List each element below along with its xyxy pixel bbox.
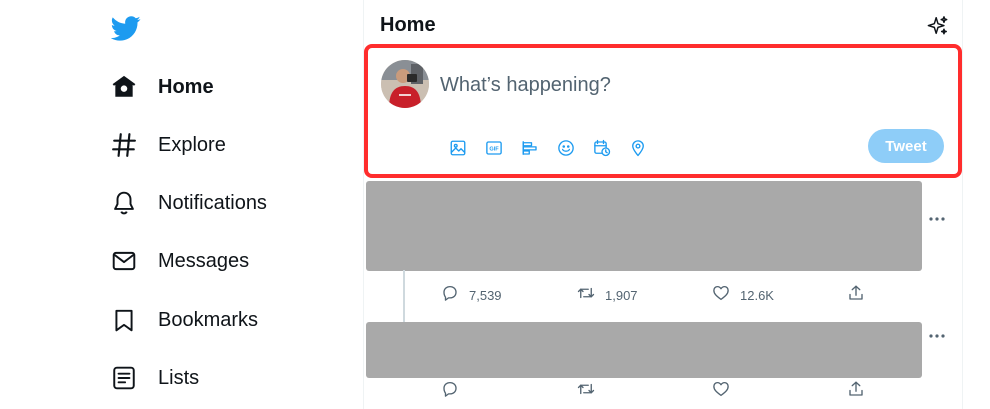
- redacted-tweet-content[interactable]: [366, 322, 922, 378]
- gif-icon[interactable]: GIF: [476, 134, 512, 162]
- heart-icon: [712, 284, 730, 307]
- sparkle-icon[interactable]: [925, 13, 951, 39]
- bookmark-icon: [108, 304, 140, 336]
- schedule-icon[interactable]: [584, 134, 620, 162]
- sidebar-item-label: Explore: [158, 133, 226, 156]
- retweet-icon: [577, 284, 595, 307]
- reply-button[interactable]: 7,539: [441, 284, 502, 307]
- reply-count: 7,539: [469, 288, 502, 303]
- list-icon: [108, 362, 140, 394]
- image-icon[interactable]: [440, 134, 476, 162]
- sidebar-item-label: Messages: [158, 249, 250, 272]
- retweet-button[interactable]: 1,907: [577, 284, 638, 307]
- share-button[interactable]: [847, 380, 865, 403]
- share-button[interactable]: [847, 284, 865, 307]
- like-button[interactable]: 12.6K: [712, 284, 774, 307]
- poll-icon[interactable]: [512, 134, 548, 162]
- sidebar-item-home[interactable]: Home: [108, 65, 214, 109]
- like-button[interactable]: [712, 380, 740, 403]
- location-icon[interactable]: [620, 134, 656, 162]
- twitter-bird-icon[interactable]: [110, 13, 141, 43]
- reply-button[interactable]: [441, 380, 469, 403]
- sidebar: Home Explore Notifications Messages Book…: [0, 0, 363, 409]
- sidebar-item-label: Home: [158, 75, 214, 98]
- tweet-composer: GIF: [364, 44, 962, 178]
- retweet-button[interactable]: [577, 380, 605, 403]
- compose-input[interactable]: [440, 74, 910, 97]
- emoji-icon[interactable]: [548, 134, 584, 162]
- retweet-icon: [577, 380, 595, 403]
- svg-text:GIF: GIF: [489, 147, 499, 153]
- share-icon: [847, 380, 865, 403]
- sidebar-item-notifications[interactable]: Notifications: [108, 181, 267, 225]
- tweet-button[interactable]: Tweet: [868, 129, 944, 163]
- like-count: 12.6K: [740, 288, 774, 303]
- page-title: Home: [380, 14, 436, 36]
- sidebar-item-label: Lists: [158, 366, 200, 389]
- composer-toolbar: GIF: [440, 134, 656, 162]
- heart-icon: [712, 380, 730, 403]
- home-icon: [108, 71, 140, 103]
- main-column: Home What’s happening? GIF Tweet 7,539 1…: [363, 0, 963, 409]
- sidebar-item-bookmarks[interactable]: Bookmarks: [108, 298, 258, 342]
- retweet-count: 1,907: [605, 288, 638, 303]
- more-options-icon[interactable]: [928, 212, 946, 226]
- sidebar-item-explore[interactable]: Explore: [108, 123, 226, 167]
- sidebar-item-messages[interactable]: Messages: [108, 239, 249, 283]
- reply-icon: [441, 380, 459, 403]
- share-icon: [847, 284, 865, 307]
- reply-icon: [441, 284, 459, 307]
- tweet-actions: 7,539 1,907 12.6K: [441, 284, 871, 304]
- sidebar-item-lists[interactable]: Lists: [108, 356, 199, 400]
- page: Home Explore Notifications Messages Book…: [0, 0, 990, 409]
- tweet-actions: [441, 380, 871, 400]
- hashtag-icon: [108, 129, 140, 161]
- sidebar-item-label: Bookmarks: [158, 308, 259, 331]
- redacted-tweet-content[interactable]: [366, 181, 922, 271]
- thread-line: [403, 270, 405, 322]
- avatar[interactable]: [381, 60, 429, 108]
- more-options-icon[interactable]: [928, 329, 946, 343]
- bell-icon: [108, 187, 140, 219]
- envelope-icon: [108, 245, 140, 277]
- sidebar-item-label: Notifications: [158, 191, 267, 214]
